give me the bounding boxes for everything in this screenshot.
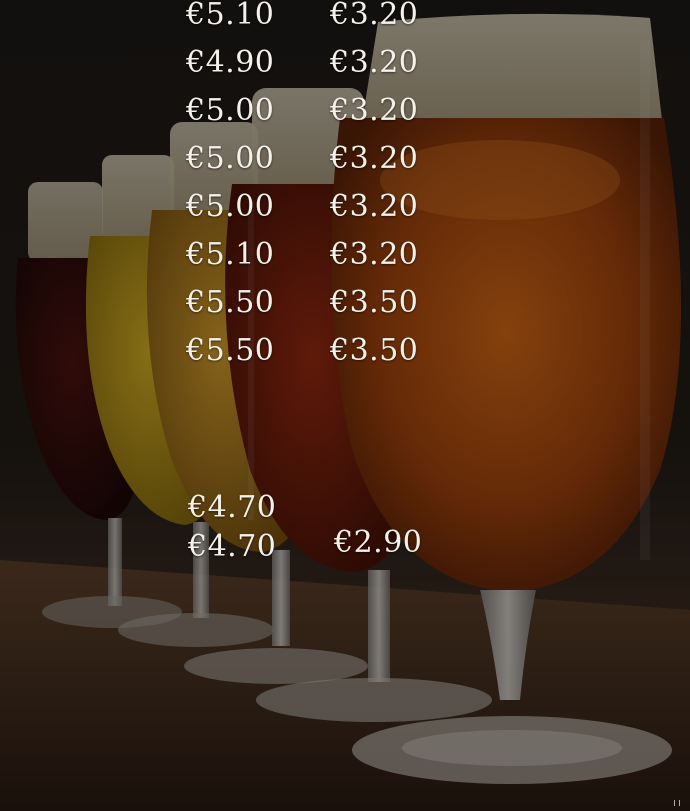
price-b-2: €3.20 — [330, 45, 419, 80]
price-a-8: €5.50 — [186, 333, 275, 368]
price-a-1: €5.10 — [186, 0, 275, 32]
price-b-6: €3.20 — [330, 237, 419, 272]
corner-mark-icon — [674, 800, 680, 806]
price-a-3: €5.00 — [186, 93, 275, 128]
price-a-4: €5.00 — [186, 141, 275, 176]
price-b-5: €3.20 — [330, 189, 419, 224]
price-a-2: €4.90 — [186, 45, 275, 80]
menu-board: €5.10 €4.90 €5.00 €5.00 €5.00 €5.10 €5.5… — [0, 0, 690, 811]
price-b-7: €3.50 — [330, 285, 419, 320]
price-b-4: €3.20 — [330, 141, 419, 176]
lower-price-b-1: €2.90 — [334, 525, 423, 560]
price-b-3: €3.20 — [330, 93, 419, 128]
price-a-6: €5.10 — [186, 237, 275, 272]
price-b-8: €3.50 — [330, 333, 419, 368]
price-b-1: €3.20 — [330, 0, 419, 32]
price-a-5: €5.00 — [186, 189, 275, 224]
lower-price-a-2: €4.70 — [188, 529, 277, 564]
lower-price-a-1: €4.70 — [188, 490, 277, 525]
price-a-7: €5.50 — [186, 285, 275, 320]
